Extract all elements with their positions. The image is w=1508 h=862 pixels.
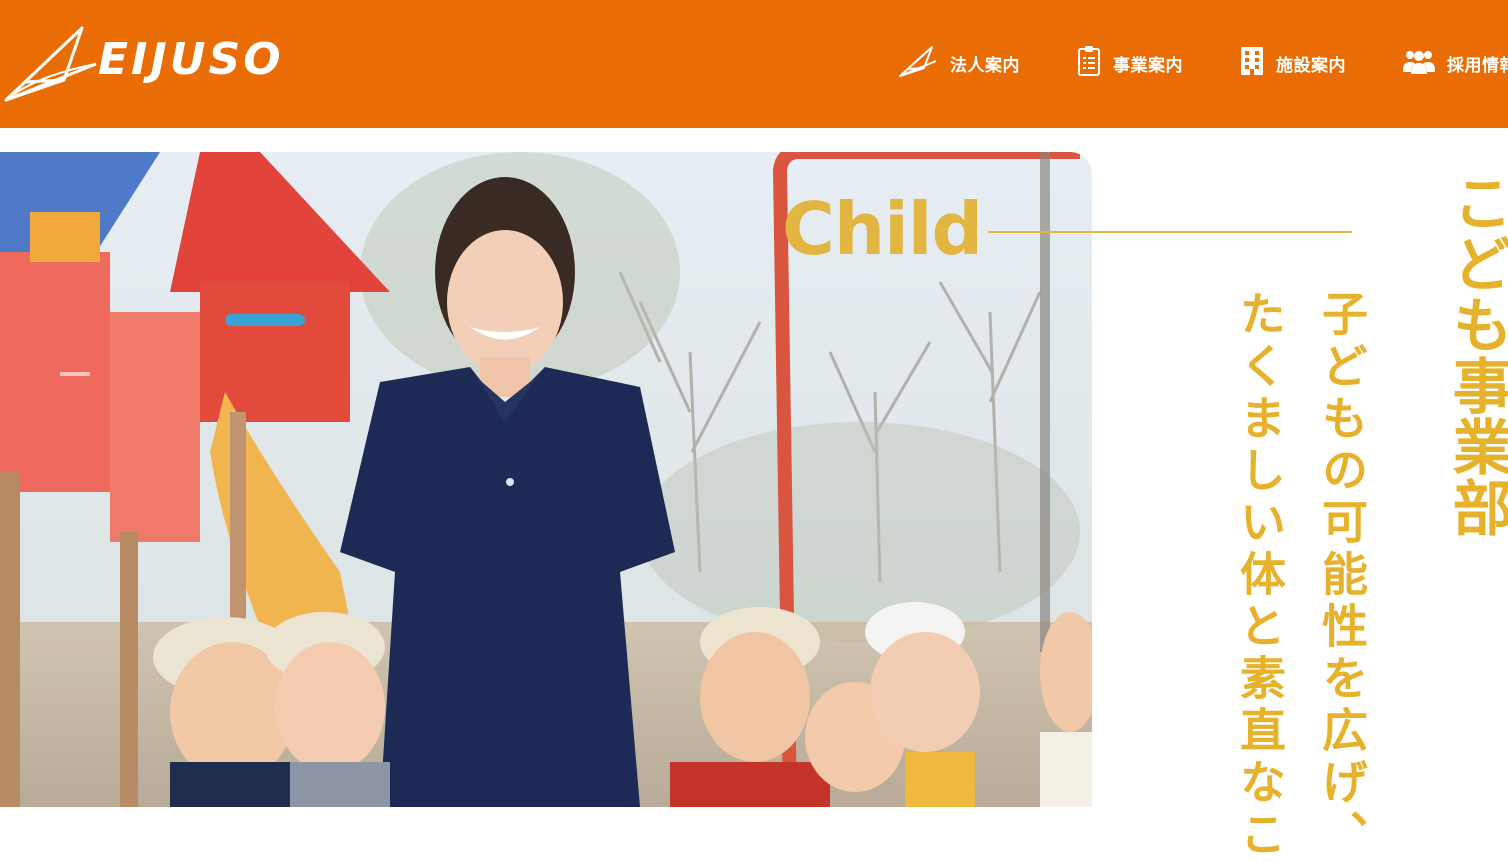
site-header: EIJUSO 法人案内 事業案内 施設案内 採用情 — [0, 0, 1508, 128]
section-copy-line-2: たくましい体と素直なこ — [1233, 290, 1287, 862]
section-divider-line — [988, 231, 1352, 233]
nav-label-recruit: 採用情報 — [1447, 55, 1508, 76]
building-icon — [1240, 46, 1264, 80]
nav-item-corporate[interactable]: 法人案内 — [898, 44, 1020, 82]
users-icon — [1403, 48, 1435, 78]
section-copy-line-1: 子どもの可能性を広げ、 — [1315, 290, 1369, 862]
section-title: こども事業部 — [1442, 172, 1508, 538]
nav-item-recruit[interactable]: 採用情報 — [1403, 44, 1508, 82]
clipboard-list-icon — [1077, 45, 1101, 81]
nav-item-business[interactable]: 事業案内 — [1077, 44, 1183, 82]
main-nav: 法人案内 事業案内 施設案内 採用情 — [0, 0, 1508, 128]
nav-label-corporate: 法人案内 — [950, 55, 1020, 76]
section-english-label: Child — [782, 187, 983, 271]
nav-label-business: 事業案内 — [1113, 55, 1183, 76]
paper-plane-icon — [898, 44, 938, 82]
nav-item-facilities[interactable]: 施設案内 — [1240, 44, 1346, 82]
nav-label-facilities: 施設案内 — [1276, 55, 1346, 76]
